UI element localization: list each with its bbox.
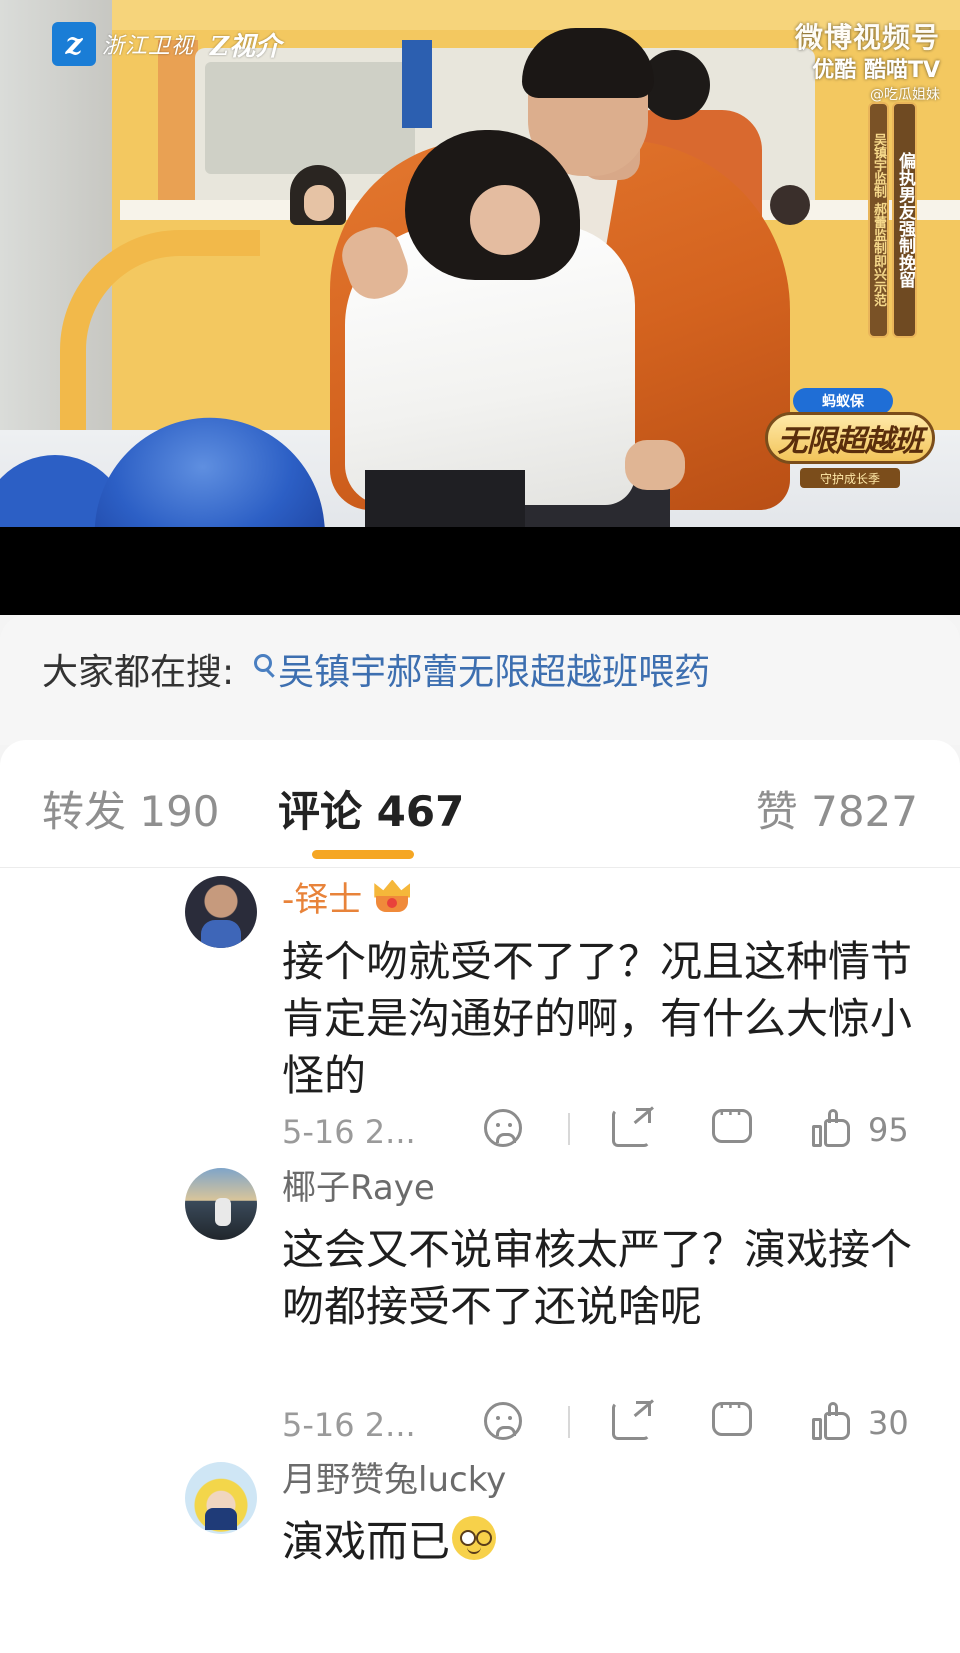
comment-text: 演戏而已 [282, 1513, 922, 1570]
like-count: 30 [868, 1404, 909, 1442]
like-icon[interactable] [812, 1109, 852, 1149]
comment-body: 月野赞兔lucky 演戏而已 [282, 1452, 922, 1570]
comment-time: 5-16 2... [282, 1406, 416, 1444]
dislike-icon[interactable] [484, 1402, 522, 1440]
comment-actions: 5-16 2... 30 [282, 1393, 942, 1450]
share-icon[interactable] [612, 1108, 651, 1147]
comment-author[interactable]: -铎士 [282, 872, 922, 921]
avatar[interactable] [185, 876, 257, 948]
comment-text: 接个吻就受不了了？况且这种情节肯定是沟通好的啊，有什么大惊小怪的 [282, 937, 913, 1100]
comment-author-name: 月野赞兔lucky [282, 1460, 507, 1500]
search-icon [254, 654, 273, 672]
comment-body: 椰子Raye 这会又不说审核太严了？演戏接个吻都接受不了还说啥呢 [282, 1160, 922, 1335]
nerd-face-emoji-icon [452, 1516, 497, 1560]
tab-divider [0, 867, 960, 868]
active-tab-indicator [312, 850, 414, 859]
avatar[interactable] [185, 1462, 257, 1534]
comment-actions: 5-16 2... 95 [282, 1100, 942, 1157]
comments-sheet: 转发 190 评论 467 赞 7827 -铎士 接个吻就受不了了？况且这种情节… [0, 740, 960, 1653]
video-letterbox [0, 527, 960, 615]
divider [568, 1113, 570, 1145]
channel-logo-text-2: Z视介 [210, 31, 281, 62]
like-icon[interactable] [812, 1402, 852, 1442]
comment-author[interactable]: 椰子Raye [282, 1160, 922, 1209]
comment-author-name: -铎士 [282, 880, 363, 920]
dislike-icon[interactable] [484, 1109, 522, 1147]
comment-time: 5-16 2... [282, 1113, 416, 1151]
background-door [158, 40, 198, 215]
channel-logo: z 浙江卫视 Z视介 [52, 22, 281, 66]
background-person [770, 185, 810, 225]
show-logo: 蚂蚁保 无限超越班 守护成长季 [765, 388, 935, 498]
watermark: 微博视频号 优酷 酷喵TV @吃瓜姐妹 [795, 16, 940, 104]
like-count: 95 [868, 1111, 909, 1149]
crown-icon [372, 879, 412, 914]
show-subtitle: 守护成长季 [800, 468, 900, 488]
side-caption-main: 偏执男友强制挽留 [892, 102, 917, 338]
background-blue-column [402, 40, 432, 128]
search-suggestion-row[interactable]: 大家都在搜: 吴镇宇郝蕾无限超越班喂药 [42, 643, 710, 695]
tab-like[interactable]: 赞 7827 [756, 778, 918, 839]
reply-icon[interactable] [712, 1393, 752, 1436]
show-title: 无限超越班 [765, 412, 935, 464]
sponsor-badge: 蚂蚁保 [793, 388, 893, 414]
search-suggestion-label: 大家都在搜: [42, 652, 235, 693]
tab-comment[interactable]: 评论 467 [278, 778, 464, 839]
watermark-top: 微博视频号 [794, 21, 940, 54]
side-caption-sub: 吴镇宇监制 郝蕾监制即兴示范 [868, 102, 889, 338]
search-suggestion-link[interactable]: 吴镇宇郝蕾无限超越班喂药 [278, 643, 710, 695]
avatar[interactable] [185, 1168, 257, 1240]
comment-text: 这会又不说审核太严了？演戏接个吻都接受不了还说啥呢 [282, 1225, 913, 1331]
tab-bar: 转发 190 评论 467 赞 7827 [0, 740, 960, 868]
comment-author-name: 椰子Raye [282, 1168, 435, 1208]
video-frame[interactable]: z 浙江卫视 Z视介 微博视频号 优酷 酷喵TV @吃瓜姐妹 吴镇宇监制 郝蕾监… [0, 0, 960, 527]
sponsor-text: 蚂蚁保 [822, 394, 864, 410]
reply-icon[interactable] [712, 1100, 752, 1143]
woman-face [470, 185, 540, 255]
woman-pants [365, 470, 525, 527]
zhejiang-tv-icon: z [52, 22, 96, 66]
divider [568, 1406, 570, 1438]
watermark-handle: @吃瓜姐妹 [870, 87, 940, 103]
channel-logo-text: 浙江卫视 [102, 34, 195, 59]
comment-author[interactable]: 月野赞兔lucky [282, 1452, 922, 1501]
search-suggestion-card: 大家都在搜: 吴镇宇郝蕾无限超越班喂药 [0, 615, 960, 745]
comment-body: -铎士 接个吻就受不了了？况且这种情节肯定是沟通好的啊，有什么大惊小怪的 [282, 872, 922, 1104]
background-window-inner [205, 62, 415, 174]
tab-repost[interactable]: 转发 190 [42, 778, 220, 839]
comment-text-content: 演戏而已 [282, 1517, 451, 1566]
background-person-face [304, 185, 334, 221]
side-caption: 吴镇宇监制 郝蕾监制即兴示范 偏执男友强制挽留 [868, 102, 918, 338]
share-icon[interactable] [612, 1401, 651, 1440]
hand [625, 440, 685, 490]
watermark-mid: 优酷 酷喵TV [812, 58, 940, 83]
